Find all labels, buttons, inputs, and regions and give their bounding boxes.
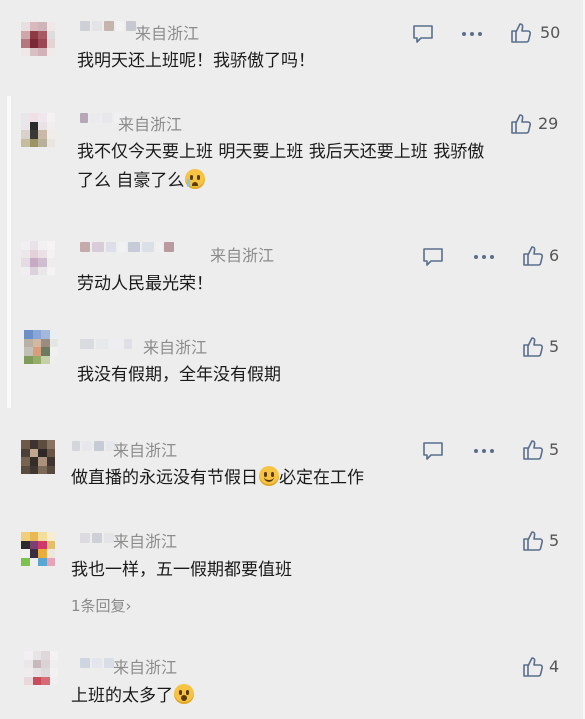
location-label: 来自浙江: [113, 532, 178, 551]
view-replies-link[interactable]: 1条回复›: [71, 596, 132, 616]
username-blurred[interactable]: [72, 438, 116, 454]
like-button[interactable]: [509, 21, 533, 45]
thumbs-up-icon: [523, 246, 544, 266]
comment-text: 我没有假期，全年没有假期: [77, 365, 281, 385]
location-label: 来自浙江: [210, 246, 275, 265]
avatar[interactable]: [21, 241, 55, 275]
like-button[interactable]: [521, 438, 545, 462]
location-label: 来自浙江: [113, 441, 178, 460]
like-button[interactable]: [521, 655, 545, 679]
crying-face-icon: [185, 169, 206, 189]
thumbs-up-icon: [523, 440, 544, 460]
reply-button[interactable]: [421, 245, 445, 269]
reply-button[interactable]: [421, 439, 445, 463]
avatar[interactable]: [24, 651, 58, 685]
like-count: 5: [549, 531, 560, 550]
location-label: 来自浙江: [113, 658, 178, 677]
avatar[interactable]: [21, 532, 55, 566]
location-label: 来自浙江: [135, 24, 200, 43]
avatar[interactable]: [24, 330, 58, 364]
location-label: 来自浙江: [143, 338, 208, 357]
flushed-face-icon: [174, 684, 194, 704]
like-button[interactable]: [509, 112, 533, 136]
thread-indicator: [7, 96, 11, 408]
thumbs-up-icon: [511, 114, 532, 134]
thumbs-up-icon: [523, 337, 544, 357]
comment-text: 做直播的永远没有节假日 必定在工作: [71, 464, 364, 493]
like-button[interactable]: [521, 335, 545, 359]
comment-text-line: 了么 自豪了么: [77, 167, 484, 196]
comment-text-line: 我不仅今天要上班 明天要上班 我后天还要上班 我骄傲: [77, 142, 485, 162]
comment-text-fragment: 必定在工作: [279, 468, 364, 488]
like-count: 5: [549, 337, 560, 356]
avatar[interactable]: [21, 22, 55, 56]
comment-text-fragment: 了么 自豪了么: [77, 171, 185, 191]
username-blurred[interactable]: [80, 655, 114, 671]
more-icon: [474, 255, 494, 259]
username-blurred[interactable]: [80, 110, 122, 126]
chevron-right-icon: ›: [125, 597, 132, 615]
like-count: 6: [549, 246, 560, 265]
comment-icon: [413, 25, 433, 43]
more-icon: [462, 32, 482, 36]
like-count: 4: [549, 657, 560, 676]
reply-button[interactable]: [411, 22, 435, 46]
more-button[interactable]: [472, 439, 496, 463]
username-blurred[interactable]: [80, 530, 114, 546]
username-blurred[interactable]: [80, 18, 136, 34]
like-count: 29: [538, 114, 559, 133]
avatar[interactable]: [21, 113, 55, 147]
comment-text-fragment: 上班的太多了: [71, 686, 173, 706]
comment-text: 我不仅今天要上班 明天要上班 我后天还要上班 我骄傲 了么 自豪了么: [77, 138, 484, 196]
username-blurred[interactable]: [80, 336, 132, 352]
like-button[interactable]: [521, 529, 545, 553]
comment-icon: [423, 248, 443, 266]
more-button[interactable]: [460, 22, 484, 46]
more-button[interactable]: [472, 245, 496, 269]
username-blurred[interactable]: [80, 239, 174, 255]
thumbs-up-icon: [511, 23, 532, 43]
like-button[interactable]: [521, 244, 545, 268]
like-count: 50: [540, 23, 561, 42]
avatar[interactable]: [21, 440, 55, 474]
thumbs-up-icon: [523, 531, 544, 551]
comment-text-fragment: 做直播的永远没有节假日: [71, 468, 258, 488]
comment-text: 我也一样，五一假期都要值班: [71, 560, 292, 580]
comment-icon: [423, 442, 443, 460]
location-label: 来自浙江: [118, 115, 183, 134]
comment-text: 上班的太多了: [71, 682, 194, 711]
comment-text: 我明天还上班呢！我骄傲了吗！: [77, 51, 315, 71]
more-icon: [474, 449, 494, 453]
thumbs-up-icon: [523, 657, 544, 677]
comment-text: 劳动人民最光荣！: [77, 274, 213, 294]
smiling-face-icon: [259, 466, 279, 486]
reply-count-label: 1条回复: [71, 597, 126, 615]
like-count: 5: [549, 440, 560, 459]
